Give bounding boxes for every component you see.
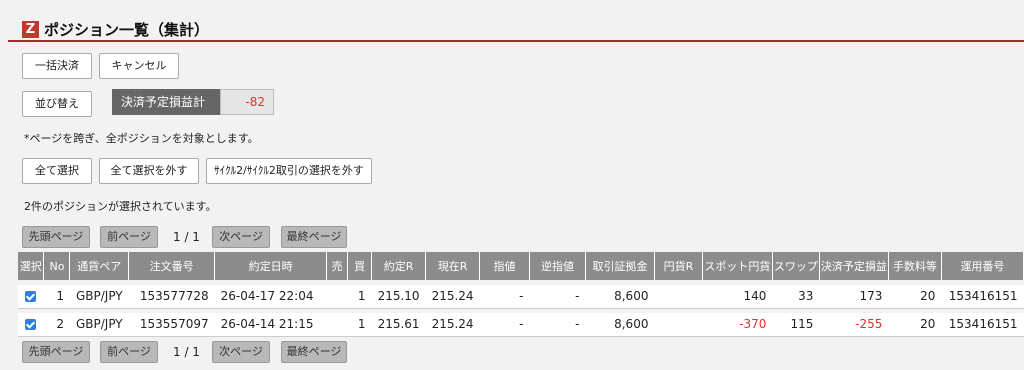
positions-table: 選択 No 通貨ペア 注文番号 約定日時 売 買 約定R 現在R 指値 逆指値 … — [18, 252, 1024, 337]
col-header: No — [43, 252, 71, 280]
table-header-row: 選択 No 通貨ペア 注文番号 約定日時 売 買 約定R 現在R 指値 逆指値 … — [18, 252, 1024, 280]
col-header: 決済予定損益 — [819, 252, 889, 280]
cell-yen-rate — [654, 313, 703, 337]
cell-swap: 33 — [772, 285, 820, 309]
cell-swap: 115 — [772, 313, 820, 337]
cell-no: 2 — [43, 313, 70, 337]
cell-current-rate: 215.24 — [425, 313, 480, 337]
pl-summary-label: 決済予定損益計 — [112, 89, 220, 115]
cell-limit: - — [479, 313, 530, 337]
cell-datetime: 26-04-17 22:04 — [214, 285, 327, 309]
cell-exec-rate: 215.10 — [371, 285, 426, 309]
cell-pair: GBP/JPY — [69, 285, 129, 309]
prev-page-button[interactable]: 前ページ — [100, 341, 158, 363]
deselect-cycle-button[interactable]: ｻｲｸﾙ2/ｻｲｸﾙ2取引の選択を外す — [206, 158, 372, 184]
col-header: 手数料等 — [888, 252, 942, 280]
cell-buy: 1 — [347, 285, 372, 309]
selected-count-note: 2件のポジションが選択されています。 — [24, 200, 217, 213]
col-header: 現在R — [425, 252, 481, 280]
last-page-button[interactable]: 最終ページ — [281, 226, 347, 248]
cell-limit: - — [479, 285, 530, 309]
select-cell — [18, 313, 44, 337]
col-header: スポット円貨 — [702, 252, 773, 280]
col-header: 約定R — [371, 252, 427, 280]
prev-page-button[interactable]: 前ページ — [100, 226, 158, 248]
cell-margin: 8,600 — [585, 313, 655, 337]
cell-stop: - — [529, 313, 586, 337]
cell-no: 1 — [43, 285, 70, 309]
col-header: 通貨ペア — [69, 252, 130, 280]
cell-pl: 173 — [819, 285, 889, 309]
sort-button[interactable]: 並び替え — [22, 91, 92, 117]
bulk-settle-button[interactable]: 一括決済 — [22, 53, 92, 79]
row-checkbox[interactable] — [25, 291, 37, 303]
select-all-button[interactable]: 全て選択 — [22, 158, 92, 184]
cell-datetime: 26-04-14 21:15 — [214, 313, 327, 337]
cancel-button[interactable]: キャンセル — [99, 53, 179, 79]
col-header: 取引証拠金 — [585, 252, 655, 280]
next-page-button[interactable]: 次ページ — [212, 341, 270, 363]
page-title: ポジション一覧（集計） — [44, 21, 210, 39]
col-header: 注文番号 — [128, 252, 216, 280]
cell-exec-rate: 215.61 — [371, 313, 426, 337]
cell-current-rate: 215.24 — [425, 285, 480, 309]
col-header: 買 — [347, 252, 373, 280]
page-indicator: 1 / 1 — [173, 345, 200, 359]
select-cell — [18, 285, 44, 309]
col-header: 運用番号 — [941, 252, 1024, 280]
next-page-button[interactable]: 次ページ — [212, 226, 270, 248]
col-header: 指値 — [479, 252, 531, 280]
col-header: 約定日時 — [214, 252, 328, 280]
cell-pair: GBP/JPY — [69, 313, 129, 337]
cell-op-no: 153416151 — [941, 285, 1024, 309]
col-header: スワップ — [772, 252, 820, 280]
table-row: 2 GBP/JPY 153557097 26-04-14 21:15 1 215… — [18, 313, 1024, 337]
row-checkbox[interactable] — [25, 319, 37, 331]
cell-stop: - — [529, 285, 586, 309]
col-header: 売 — [326, 252, 349, 280]
col-header: 逆指値 — [529, 252, 586, 280]
brand-logo-icon: Z — [22, 21, 39, 38]
cell-fee: 20 — [888, 285, 942, 309]
last-page-button[interactable]: 最終ページ — [281, 341, 347, 363]
cell-spot-yen: 140 — [702, 285, 773, 309]
cell-sell — [326, 285, 348, 309]
cross-page-note: *ページを跨ぎ、全ポジションを対象とします。 — [24, 132, 259, 145]
first-page-button[interactable]: 先頭ページ — [22, 341, 90, 363]
cell-order: 153557097 — [128, 313, 215, 337]
deselect-all-button[interactable]: 全て選択を外す — [99, 158, 199, 184]
pl-summary-value: -82 — [220, 89, 274, 115]
page-header: Z ポジション一覧（集計） — [8, 0, 1024, 42]
page-indicator: 1 / 1 — [173, 230, 200, 244]
cell-buy: 1 — [347, 313, 372, 337]
cell-spot-yen: -370 — [702, 313, 773, 337]
cell-pl: -255 — [819, 313, 889, 337]
table-row: 1 GBP/JPY 153577728 26-04-17 22:04 1 215… — [18, 285, 1024, 309]
cell-yen-rate — [654, 285, 703, 309]
cell-order: 153577728 — [128, 285, 215, 309]
cell-margin: 8,600 — [585, 285, 655, 309]
cell-op-no: 153416151 — [941, 313, 1024, 337]
cell-sell — [326, 313, 348, 337]
cell-fee: 20 — [888, 313, 942, 337]
col-header: 選択 — [18, 252, 45, 280]
col-header: 円貨R — [654, 252, 703, 280]
first-page-button[interactable]: 先頭ページ — [22, 226, 90, 248]
